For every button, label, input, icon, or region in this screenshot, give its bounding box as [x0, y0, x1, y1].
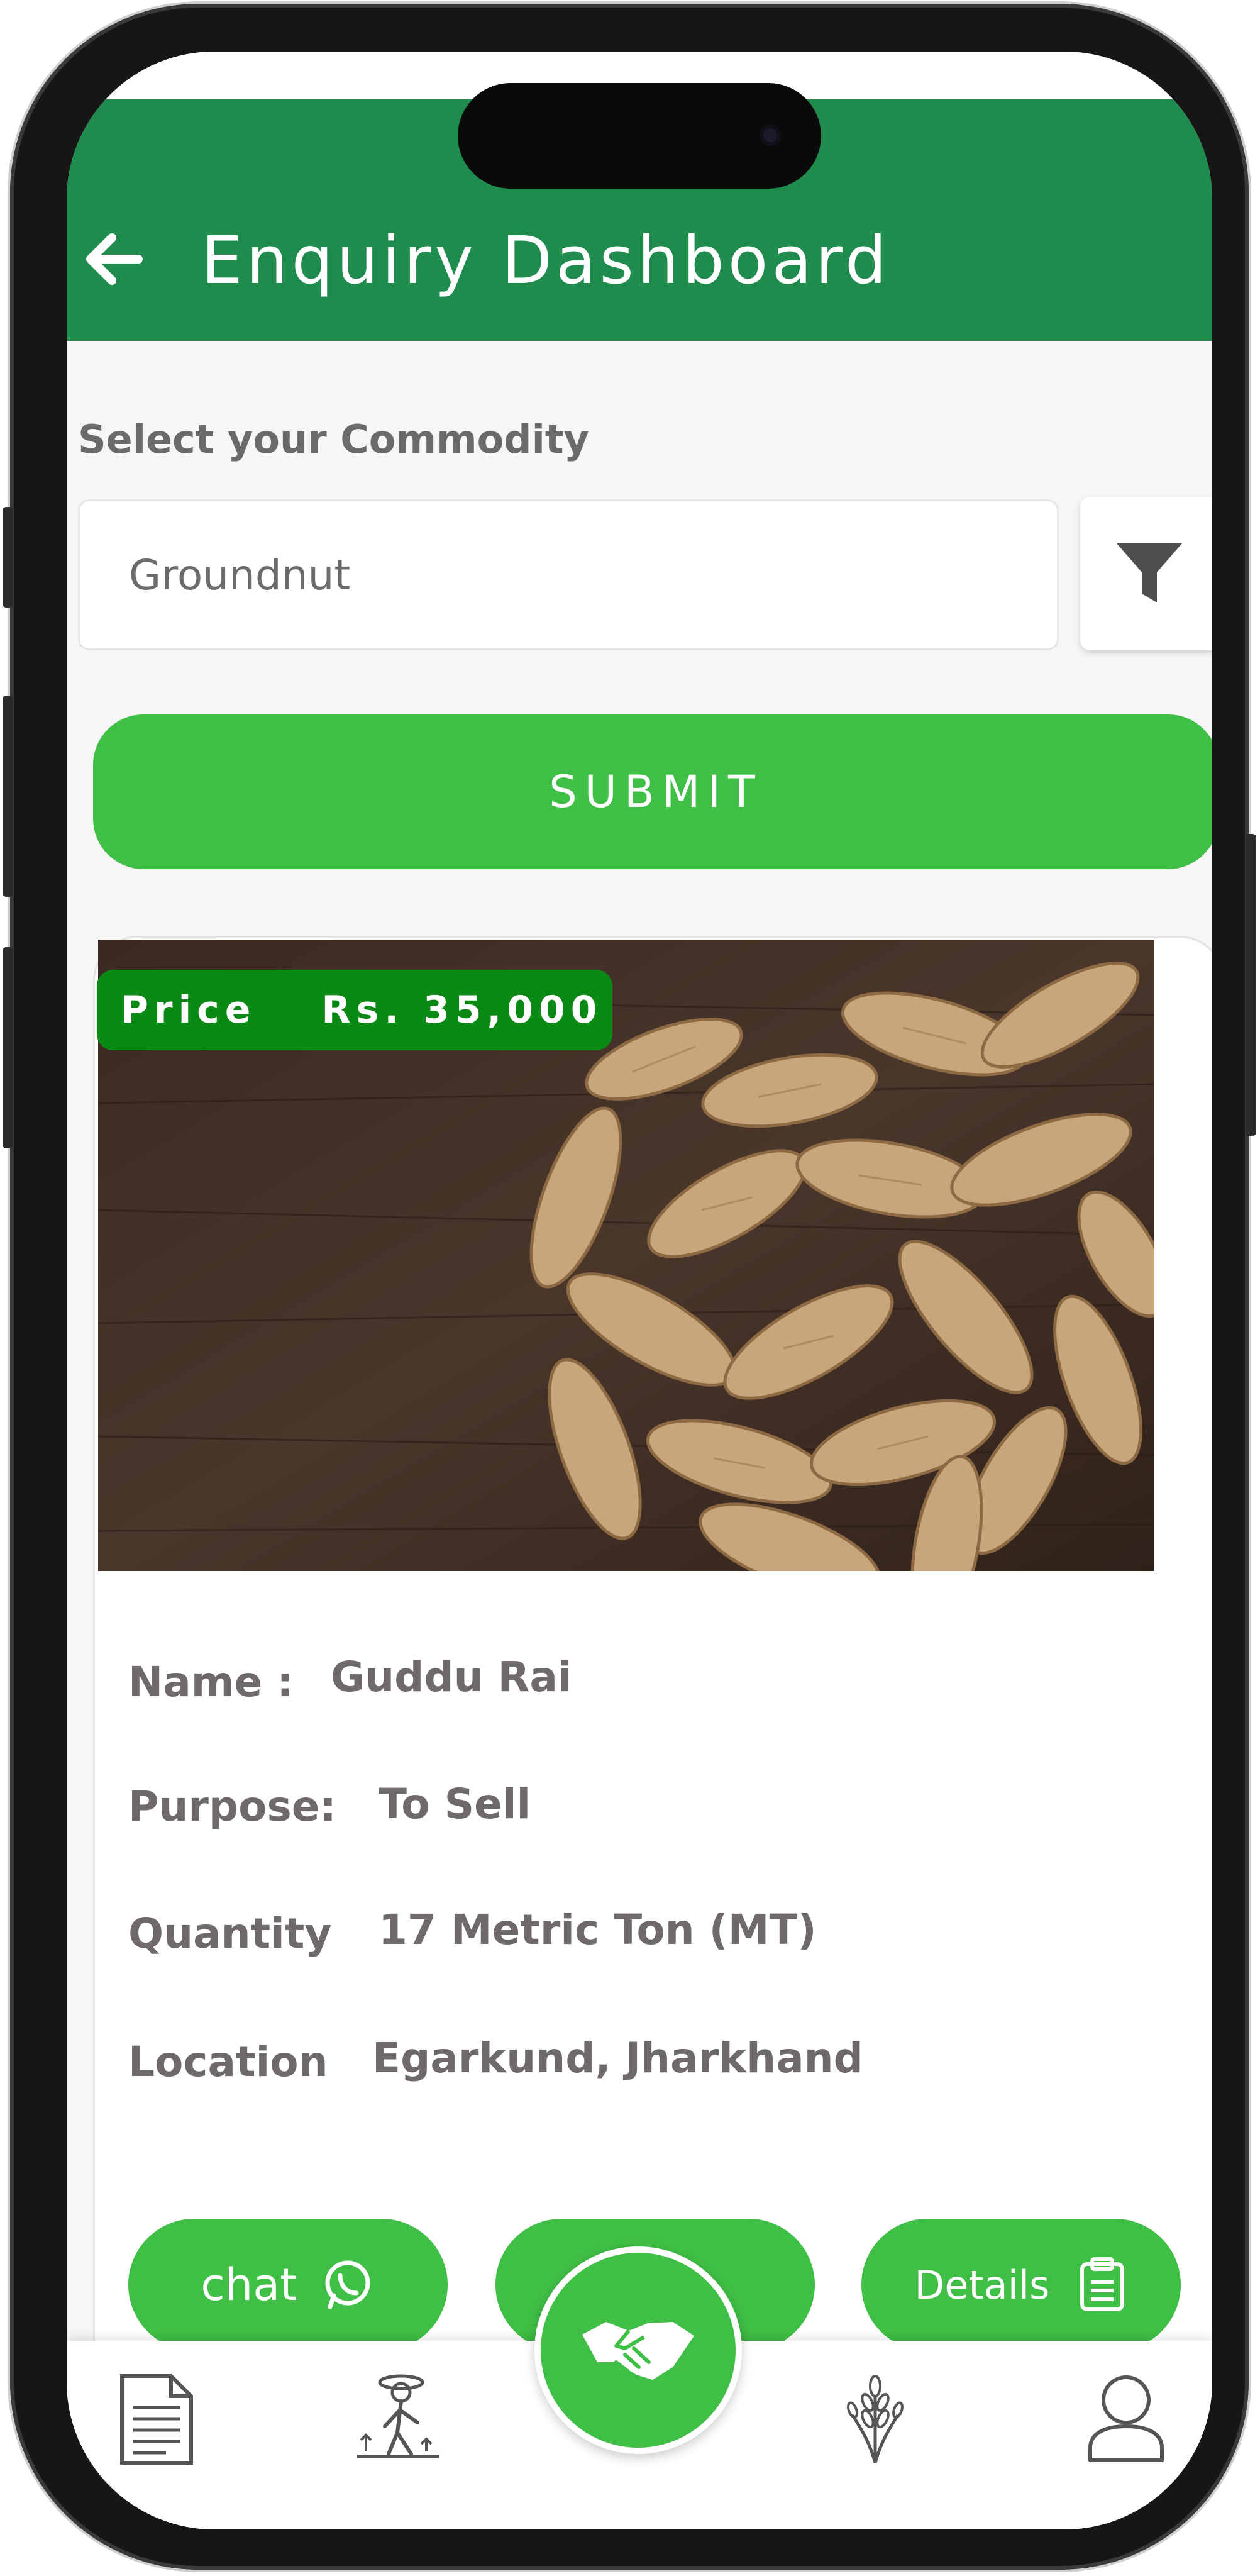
- page-title: Enquiry Dashboard: [201, 222, 891, 299]
- whatsapp-icon: [325, 2260, 370, 2309]
- side-button: [3, 507, 13, 608]
- side-button: [3, 696, 13, 897]
- quantity-label: Quantity: [128, 1909, 332, 1958]
- commodity-label: Select your Commodity: [78, 416, 589, 462]
- dynamic-island: [458, 83, 821, 189]
- details-label: Details: [914, 2262, 1050, 2308]
- side-button: [1246, 834, 1256, 1136]
- purpose-label: Purpose:: [128, 1782, 336, 1831]
- price-label: Price: [121, 988, 257, 1032]
- price-badge: Price Rs. 35,000: [97, 970, 612, 1050]
- details-button[interactable]: Details: [861, 2219, 1181, 2351]
- name-label: Name :: [128, 1658, 294, 1706]
- filter-icon: [1117, 543, 1182, 602]
- location-label: Location: [128, 2038, 328, 2086]
- name-value: Guddu Rai: [331, 1653, 572, 1701]
- commodity-input[interactable]: [78, 499, 1059, 650]
- chat-label: chat: [201, 2259, 297, 2311]
- chat-button[interactable]: chat: [128, 2219, 448, 2351]
- price-value: Rs. 35,000: [321, 988, 603, 1032]
- handshake-button[interactable]: [534, 2246, 742, 2454]
- side-button: [3, 947, 13, 1148]
- submit-button[interactable]: SUBMIT: [93, 714, 1212, 869]
- purpose-value: To Sell: [379, 1780, 531, 1828]
- farmer-icon[interactable]: [351, 2370, 445, 2467]
- profile-icon[interactable]: [1085, 2372, 1167, 2469]
- app-screen: Enquiry Dashboard Select your Commodity …: [67, 52, 1212, 2529]
- clipboard-icon: [1080, 2257, 1125, 2311]
- document-icon[interactable]: [116, 2372, 197, 2469]
- handshake-icon: [582, 2322, 694, 2380]
- wheat-icon[interactable]: [837, 2371, 913, 2468]
- quantity-value: 17 Metric Ton (MT): [379, 1906, 817, 1954]
- phone-frame: Enquiry Dashboard Select your Commodity …: [3, 4, 1256, 2570]
- filter-button[interactable]: [1080, 497, 1212, 650]
- back-arrow-icon[interactable]: [75, 221, 151, 297]
- location-value: Egarkund, Jharkhand: [372, 2034, 863, 2082]
- camera-lens: [760, 125, 781, 146]
